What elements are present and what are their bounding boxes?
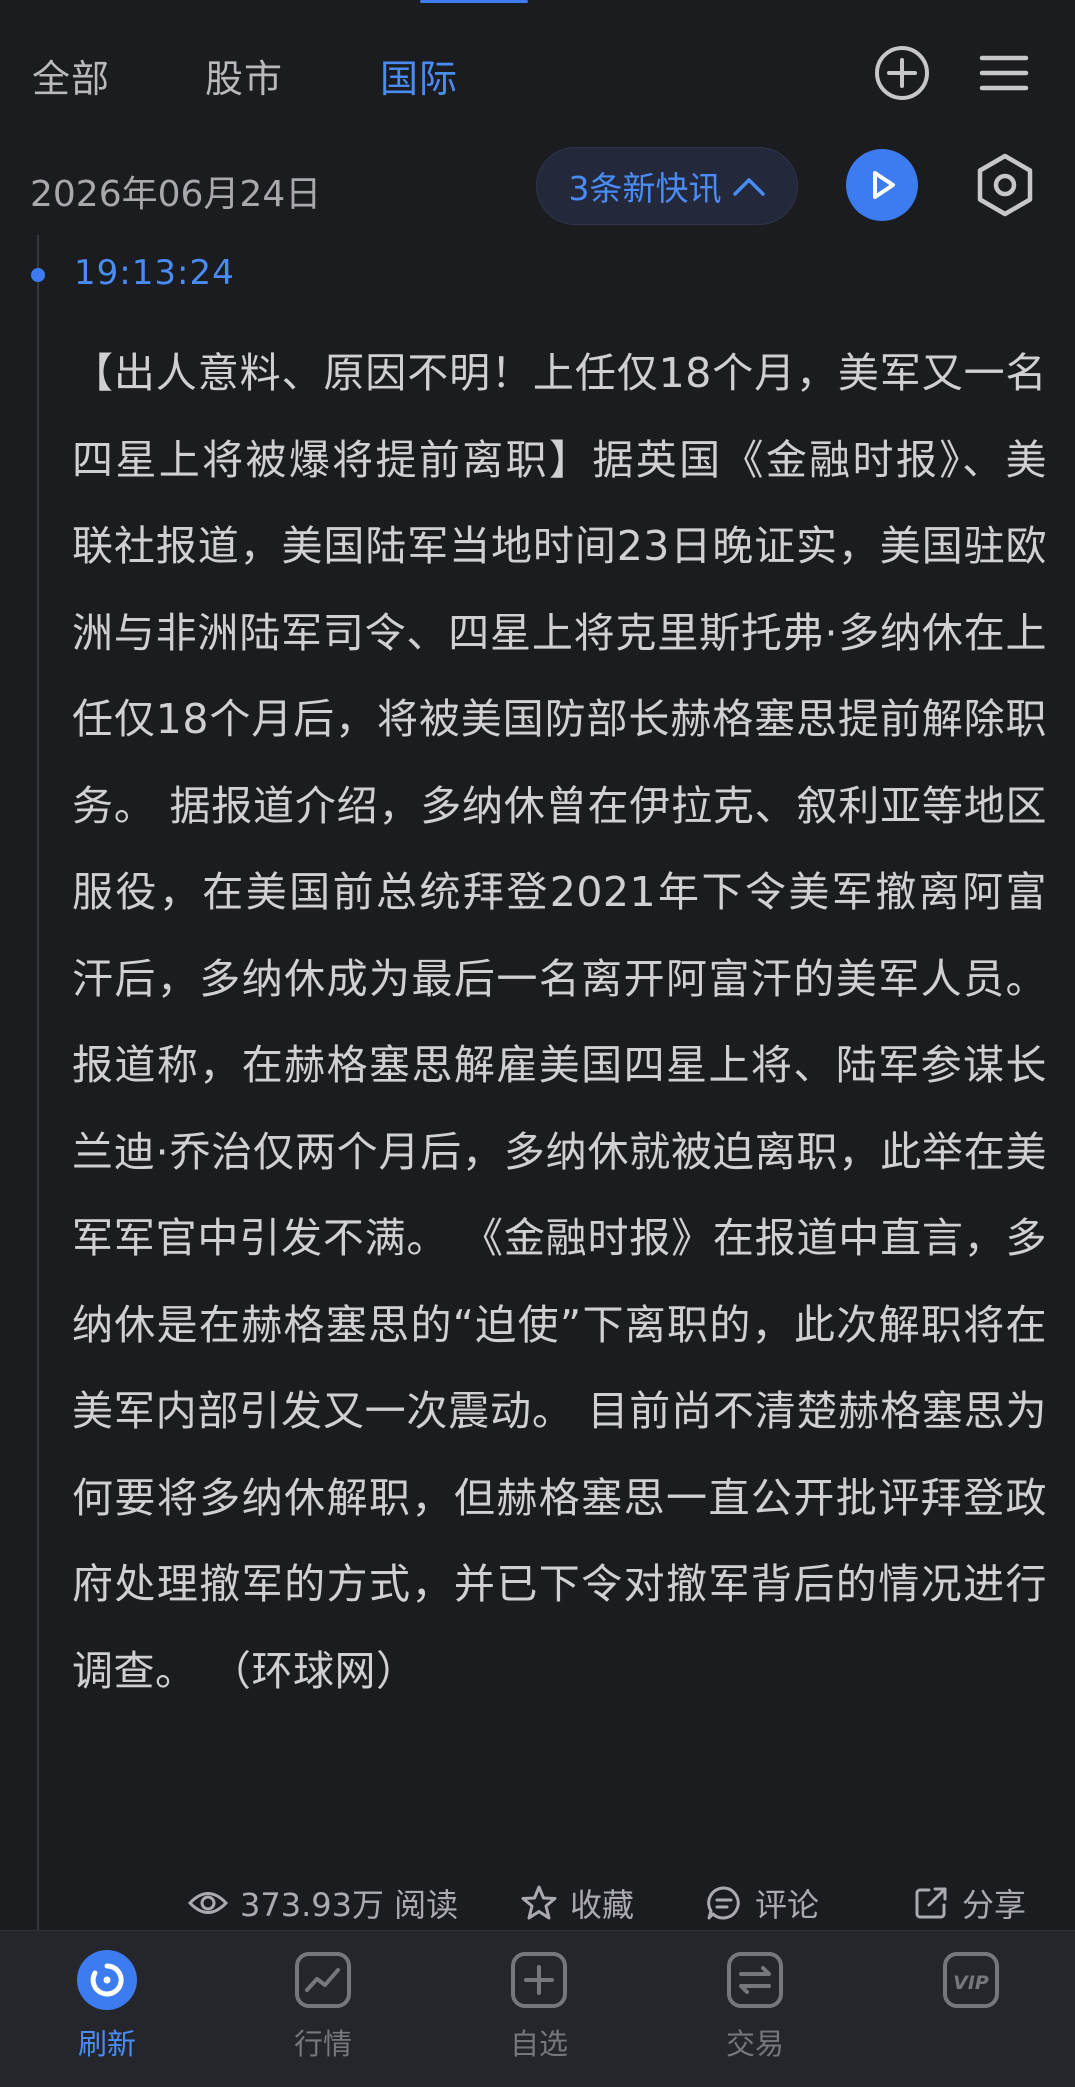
- tab-all[interactable]: 全部: [32, 48, 110, 103]
- refresh-icon: [77, 1950, 137, 2010]
- chevron-up-icon: [732, 178, 765, 196]
- nav-trade-label: 交易: [725, 2027, 784, 2061]
- new-flash-label: 3条新快讯: [568, 169, 722, 208]
- tab-international[interactable]: 国际: [380, 48, 458, 103]
- market-chart-icon: [295, 1952, 351, 2008]
- vip-icon: VIP: [943, 1952, 999, 2008]
- share-label: 分享: [962, 1886, 1027, 1924]
- tab-stock-market[interactable]: 股市: [205, 48, 283, 103]
- menu-icon[interactable]: [975, 44, 1033, 102]
- tab-indicator: [420, 0, 528, 3]
- date-row: 2026年06月24日 3条新快讯: [0, 145, 1075, 230]
- timeline-line: [37, 235, 39, 1930]
- news-time: 19:13:24: [74, 253, 235, 293]
- nav-refresh[interactable]: 刷新: [47, 1949, 167, 2063]
- comment-icon: [707, 1886, 740, 1920]
- eye-icon: [188, 1892, 228, 1914]
- news-content[interactable]: 【出人意料、原因不明！上任仅18个月，美军又一名四星上将被爆将提前离职】据英国《…: [72, 330, 1047, 1714]
- nav-watchlist[interactable]: 自选: [479, 1949, 599, 2063]
- share-icon: [915, 1887, 947, 1919]
- news-flash-page: 全部 股市 国际 2026年06月24日 3条新快讯 19:13:24 【出人意…: [0, 0, 1075, 2087]
- exchange-icon: [727, 1952, 783, 2008]
- category-tabs: 全部 股市 国际: [0, 0, 1075, 140]
- share-button[interactable]: 分享: [912, 1880, 1026, 1926]
- vip-icon-text: VIP: [953, 1972, 989, 1994]
- timeline-dot: [31, 268, 45, 282]
- read-count-label: 373.93万 阅读: [240, 1886, 459, 1924]
- comment-button[interactable]: 评论: [705, 1880, 819, 1926]
- comment-label: 评论: [755, 1886, 820, 1924]
- nav-market[interactable]: 行情: [263, 1949, 383, 2063]
- star-icon: [521, 1885, 557, 1920]
- date-label: 2026年06月24日: [30, 174, 322, 215]
- bottom-navigation: 刷新 行情 自选 交易 VIP: [0, 1930, 1075, 2087]
- favorite-label: 收藏: [570, 1886, 635, 1924]
- play-button[interactable]: [846, 149, 918, 221]
- nav-trade[interactable]: 交易: [695, 1949, 815, 2063]
- read-count: 373.93万 阅读: [188, 1880, 458, 1926]
- hexagon-settings-icon[interactable]: [970, 150, 1040, 220]
- nav-refresh-label: 刷新: [77, 2027, 136, 2061]
- nav-market-label: 行情: [293, 2027, 352, 2061]
- new-flash-button[interactable]: 3条新快讯: [536, 147, 798, 225]
- favorite-button[interactable]: 收藏: [520, 1880, 634, 1926]
- plus-square-icon: [511, 1952, 567, 2008]
- nav-watchlist-label: 自选: [509, 2027, 568, 2061]
- play-icon: [873, 171, 895, 199]
- plus-circle-icon[interactable]: [873, 44, 931, 102]
- nav-vip[interactable]: VIP: [911, 1949, 1031, 2011]
